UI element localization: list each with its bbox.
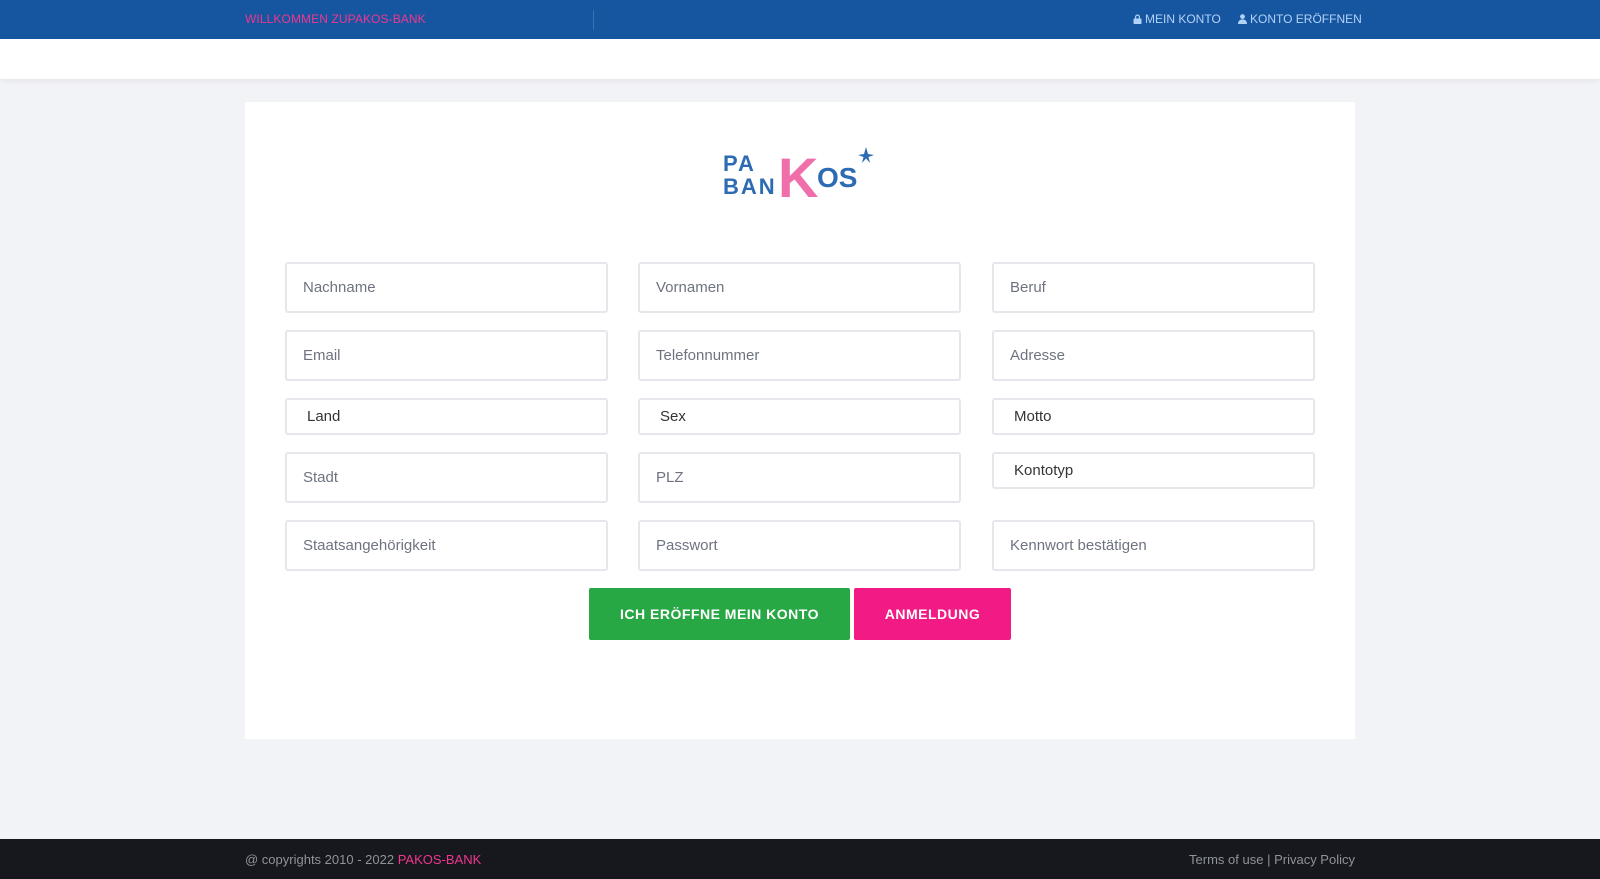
email-input[interactable] — [285, 330, 608, 381]
postal-code-input[interactable] — [638, 452, 961, 503]
login-button[interactable]: ANMELDUNG — [854, 588, 1011, 640]
logo-os-text: OS — [817, 162, 857, 193]
my-account-link[interactable]: MEIN KONTO — [1133, 12, 1221, 26]
welcome-text: WILLKOMMEN ZUPAKOS-BANK — [245, 12, 426, 26]
city-input[interactable] — [285, 452, 608, 503]
pakos-bank-logo[interactable]: PA BAN K OS — [721, 145, 877, 201]
open-account-label: KONTO ERÖFFNEN — [1250, 12, 1362, 26]
sex-select[interactable]: Sex — [638, 398, 961, 435]
sex-select-value: Sex — [660, 408, 686, 425]
registration-card: PA BAN K OS Land Sex Motto Kontotyp ICH … — [245, 102, 1355, 739]
account-type-select[interactable]: Kontotyp — [992, 452, 1315, 489]
confirm-password-input[interactable] — [992, 520, 1315, 571]
firstname-input[interactable] — [638, 262, 961, 313]
nationality-input[interactable] — [285, 520, 608, 571]
copyright-text: @ copyrights 2010 - 2022 — [245, 852, 395, 867]
secondary-nav-bar — [0, 39, 1600, 79]
privacy-link[interactable]: Privacy Policy — [1274, 852, 1355, 867]
country-select[interactable]: Land — [285, 398, 608, 435]
logo-ban-text: BAN — [723, 174, 777, 199]
logo-star-icon — [858, 147, 874, 163]
lock-icon — [1133, 14, 1142, 24]
logo-pa-text: PA — [723, 151, 756, 176]
top-bar-divider — [593, 10, 594, 30]
country-select-value: Land — [307, 408, 341, 425]
motto-select-value: Motto — [1014, 408, 1052, 425]
open-account-link[interactable]: KONTO ERÖFFNEN — [1238, 12, 1362, 26]
copyright-brand: PAKOS-BANK — [397, 852, 482, 867]
open-account-button[interactable]: ICH ERÖFFNE MEIN KONTO — [589, 588, 850, 640]
logo-k-letter: K — [778, 146, 818, 201]
user-icon — [1238, 14, 1247, 24]
footer: @ copyrights 2010 - 2022 PAKOS-BANK Term… — [0, 839, 1600, 879]
terms-link[interactable]: Terms of use — [1189, 852, 1263, 867]
account-type-select-value: Kontotyp — [1014, 462, 1074, 479]
motto-select[interactable]: Motto — [992, 398, 1315, 435]
profession-input[interactable] — [992, 262, 1315, 313]
password-input[interactable] — [638, 520, 961, 571]
address-input[interactable] — [992, 330, 1315, 381]
top-bar: WILLKOMMEN ZUPAKOS-BANK MEIN KONTO KONTO… — [0, 0, 1600, 39]
phone-input[interactable] — [638, 330, 961, 381]
lastname-input[interactable] — [285, 262, 608, 313]
my-account-label: MEIN KONTO — [1145, 12, 1221, 26]
copyright: @ copyrights 2010 - 2022 PAKOS-BANK — [245, 852, 481, 867]
footer-links: Terms of use | Privacy Policy — [1189, 852, 1355, 867]
footer-separator: | — [1267, 852, 1271, 867]
